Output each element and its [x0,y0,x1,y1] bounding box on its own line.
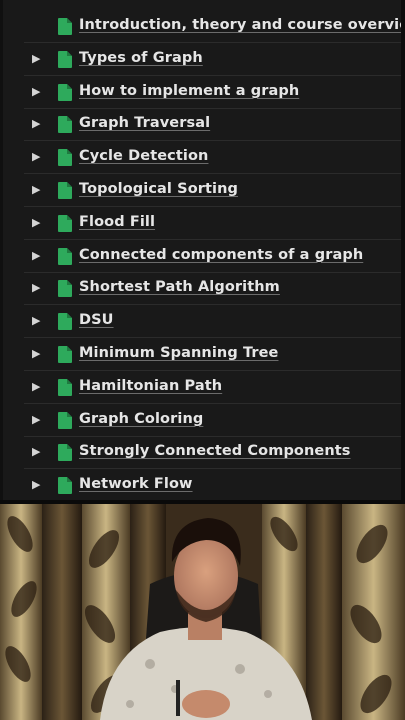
green-document-icon [58,83,72,101]
page-title-link[interactable]: Connected components of a graph [79,247,363,263]
page-title-link[interactable]: Types of Graph [79,50,203,66]
triangle-right-icon[interactable]: ▶ [32,183,46,197]
green-document-icon [58,18,72,35]
page-row[interactable]: Introduction, theory and course overview [24,10,405,43]
triangle-right-icon[interactable]: ▶ [32,52,46,66]
green-document-icon [58,182,72,199]
page-row[interactable]: ▶ Cycle Detection [24,141,402,175]
page-title-link[interactable]: Graph Coloring [79,411,203,427]
page-row[interactable]: ▶ How to implement a graph [24,76,402,109]
triangle-right-icon[interactable]: ▶ [32,478,46,492]
page-row[interactable]: ▶ Network Flow [24,469,402,502]
triangle-right-icon[interactable]: ▶ [32,216,46,230]
green-document-icon [58,247,72,265]
page-title-link[interactable]: Introduction, theory and course overview [79,17,405,33]
notion-page-list: Introduction, theory and course overview… [0,0,405,502]
page-title-link[interactable]: Cycle Detection [79,148,208,164]
green-document-icon [58,50,72,68]
triangle-right-icon[interactable]: ▶ [32,347,46,361]
panel-right-edge [401,0,405,502]
page-row[interactable]: ▶ Types of Graph [24,43,402,76]
triangle-right-icon[interactable]: ▶ [32,249,46,263]
triangle-right-icon[interactable]: ▶ [32,85,46,99]
page-title-link[interactable]: Hamiltonian Path [79,378,222,394]
triangle-right-icon[interactable]: ▶ [32,117,46,131]
triangle-right-icon[interactable]: ▶ [32,380,46,394]
green-document-icon [58,477,72,495]
page-row[interactable]: ▶ Hamiltonian Path [24,371,402,404]
triangle-right-icon[interactable]: ▶ [32,150,46,164]
page-title-link[interactable]: Strongly Connected Components [79,443,351,459]
page-title-link[interactable]: Shortest Path Algorithm [79,279,280,295]
green-document-icon [58,116,72,134]
page-title-link[interactable]: Minimum Spanning Tree [79,345,278,361]
triangle-right-icon[interactable]: ▶ [32,314,46,328]
page-row[interactable]: ▶ Strongly Connected Components [24,436,402,470]
triangle-right-icon[interactable]: ▶ [32,413,46,427]
page-row[interactable]: ▶ Graph Traversal [24,108,402,142]
panel-left-edge [0,0,3,502]
page-title-link[interactable]: Flood Fill [79,214,155,230]
page-row[interactable]: ▶ DSU [24,305,402,339]
page-title-link[interactable]: Topological Sorting [79,181,238,197]
page-title-link[interactable]: Network Flow [79,476,193,492]
presenter-video [0,504,405,720]
page-title-link[interactable]: Graph Traversal [79,115,210,131]
green-document-icon [58,378,72,396]
triangle-right-icon[interactable]: ▶ [32,281,46,295]
green-document-icon [58,214,72,232]
page-row[interactable]: ▶ Topological Sorting [24,174,402,207]
page-row[interactable]: ▶ Flood Fill [24,207,402,240]
page-row[interactable]: ▶ Shortest Path Algorithm [24,272,402,306]
page-row[interactable]: ▶ Graph Coloring [24,404,402,437]
presenter-video-frame [0,504,405,720]
green-document-icon [58,313,72,331]
page-row[interactable]: ▶ Connected components of a graph [24,240,402,273]
green-document-icon [58,280,72,298]
page-title-link[interactable]: How to implement a graph [79,83,299,99]
green-document-icon [58,346,72,363]
page-row[interactable]: ▶ Minimum Spanning Tree [24,338,402,371]
triangle-right-icon[interactable]: ▶ [32,445,46,459]
green-document-icon [58,149,72,167]
green-document-icon [58,411,72,429]
green-document-icon [58,444,72,462]
page-title-link[interactable]: DSU [79,312,114,328]
